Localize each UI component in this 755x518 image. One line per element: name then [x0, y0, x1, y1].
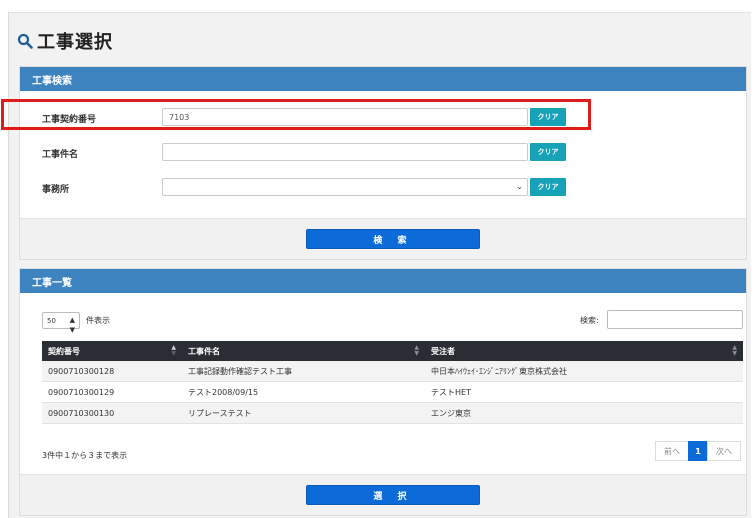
project-name-label: 工事件名 [42, 150, 79, 160]
list-panel-footer: 選 択 [20, 474, 746, 515]
list-panel-heading: 工事一覧 [20, 269, 746, 293]
page-header: 工事選択 [17, 27, 113, 55]
search-icon [17, 33, 33, 49]
search-panel: 工事検索 工事契約番号 7103 クリア 工事件名 クリア 事務所 ⌄ クリア … [19, 66, 747, 260]
table-row[interactable]: 0900710300129 テスト2008/09/15 テストHET [42, 381, 743, 403]
table-cell: 0900710300130 [42, 402, 182, 424]
table-cell: テスト2008/09/15 [182, 381, 425, 403]
table-info-text: 3件中１から３まで表示 [42, 451, 128, 460]
chevron-down-icon: ⌄ [516, 182, 523, 191]
table-cell: 中日本ﾊｲｳｪｲ･ｴﾝｼﾞﾆｱﾘﾝｸﾞ東京株式会社 [425, 361, 743, 382]
project-name-row: 工事件名 クリア [20, 142, 746, 164]
sort-ascending-icon: ▲ ▼ [171, 344, 176, 357]
list-panel: 工事一覧 50 ▲ ▼ 件表示 検索: 契約番号 ▲ ▼ 工事件名 ▲ ▼ 受注… [19, 268, 747, 516]
highlight-annotation [1, 99, 591, 130]
pagination-page-1[interactable]: 1 [688, 441, 708, 461]
select-button[interactable]: 選 択 [306, 485, 480, 505]
project-name-input[interactable] [162, 143, 528, 161]
table-search-input[interactable] [607, 310, 743, 329]
page-title: 工事選択 [37, 32, 113, 53]
search-panel-heading: 工事検索 [20, 67, 746, 91]
table-row[interactable]: 0900710300130 リプレーステスト エンジ東京 [42, 402, 743, 424]
table-cell: エンジ東京 [425, 402, 743, 424]
sort-icon: ▲ ▼ [732, 344, 737, 357]
page-length-select[interactable]: 50 ▲ ▼ [42, 312, 80, 334]
sort-icon: ▲ ▼ [414, 344, 419, 357]
column-header-project-name[interactable]: 工事件名 ▲ ▼ [182, 341, 425, 361]
table-header-row: 契約番号 ▲ ▼ 工事件名 ▲ ▼ 受注者 ▲ ▼ [42, 341, 743, 361]
pagination: 前へ 1 次へ [655, 441, 741, 461]
sort-updown-icon: ▲ ▼ [69, 316, 75, 334]
column-header-label: 工事件名 [188, 346, 220, 356]
page-length-value: 50 [47, 316, 56, 325]
office-row: 事務所 ⌄ クリア [20, 177, 746, 199]
office-clear-button[interactable]: クリア [530, 178, 566, 196]
table-cell: テストHET [425, 381, 743, 403]
table-cell: 0900710300128 [42, 361, 182, 382]
project-name-clear-button[interactable]: クリア [530, 143, 566, 161]
column-header-contractor[interactable]: 受注者 ▲ ▼ [425, 341, 743, 361]
table-row[interactable]: 0900710300128 工事記録動作確認テスト工事 中日本ﾊｲｳｪｲ･ｴﾝｼ… [42, 361, 743, 382]
pagination-prev-button[interactable]: 前へ [655, 441, 689, 461]
column-header-label: 受注者 [431, 346, 455, 356]
table-cell: リプレーステスト [182, 402, 425, 424]
search-button[interactable]: 検 索 [306, 229, 480, 249]
pagination-next-button[interactable]: 次へ [707, 441, 741, 461]
project-table: 契約番号 ▲▼ 工事件名 ▲▼ 受注者 ▲▼ 0900710300128 [42, 341, 743, 424]
table-search-label: 検索: [580, 316, 599, 325]
table-cell: 工事記録動作確認テスト工事 [182, 361, 425, 382]
office-select[interactable]: ⌄ [162, 178, 528, 196]
page-length-label: 件表示 [86, 316, 110, 325]
office-label: 事務所 [42, 185, 70, 195]
page-container: 工事選択 工事検索 工事契約番号 7103 クリア 工事件名 クリア 事務所 ⌄… [8, 12, 751, 518]
column-header-contract-number[interactable]: 契約番号 ▲ ▼ [42, 341, 182, 361]
table-cell: 0900710300129 [42, 381, 182, 403]
search-panel-footer: 検 索 [20, 218, 746, 259]
column-header-label: 契約番号 [48, 346, 80, 356]
